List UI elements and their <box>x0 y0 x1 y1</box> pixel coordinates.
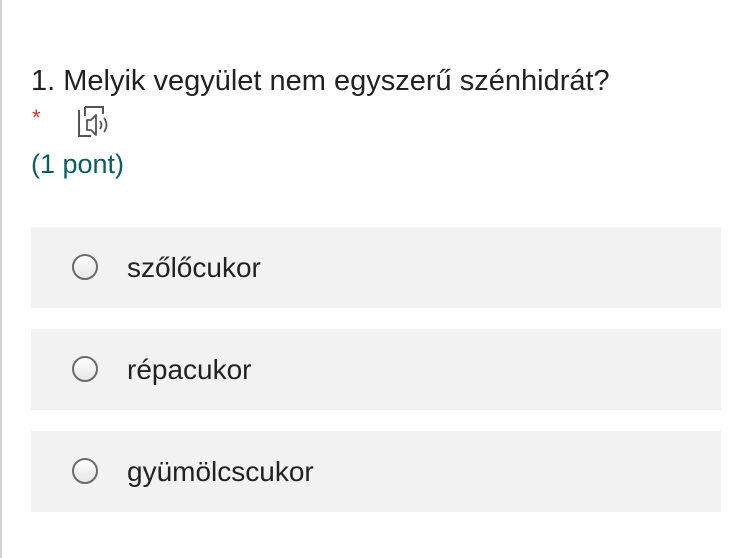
radio-button[interactable] <box>72 254 98 280</box>
answer-option-1[interactable]: szőlőcukor <box>31 227 721 308</box>
answer-option-label: szőlőcukor <box>127 252 261 283</box>
answer-option-label: répacukor <box>127 354 252 385</box>
question-meta-row: * <box>31 104 721 144</box>
radio-button[interactable] <box>72 458 98 484</box>
question-block: 1. Melyik vegyület nem egyszerű szénhidr… <box>31 58 721 184</box>
required-asterisk: * <box>32 105 41 130</box>
question-title: 1. Melyik vegyület nem egyszerű szénhidr… <box>31 65 610 97</box>
answer-option-label: gyümölcscukor <box>127 456 314 487</box>
answer-option-3[interactable]: gyümölcscukor <box>31 431 721 512</box>
question-points: (1 pont) <box>31 149 125 179</box>
radio-button[interactable] <box>72 356 98 382</box>
left-border <box>0 0 2 558</box>
answer-options: szőlőcukor répacukor gyümölcscukor <box>31 227 721 533</box>
read-aloud-speaker-icon[interactable] <box>71 104 117 144</box>
answer-option-2[interactable]: répacukor <box>31 329 721 410</box>
